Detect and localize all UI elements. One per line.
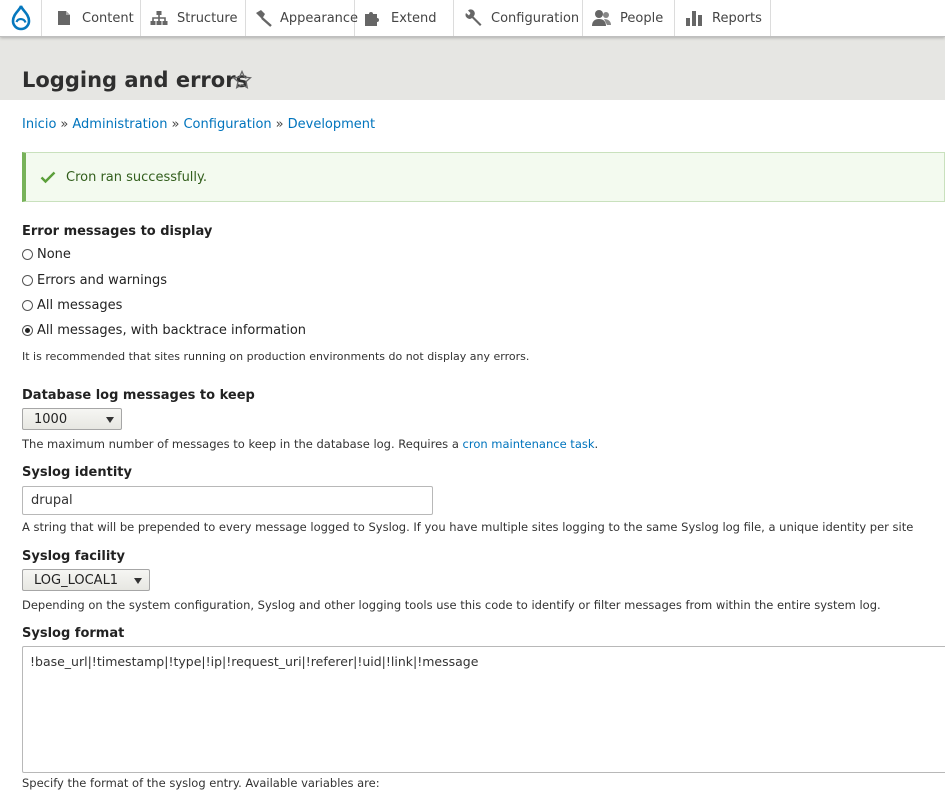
breadcrumb-separator: » xyxy=(60,117,69,132)
toolbar-appearance-label: Appearance xyxy=(280,10,359,26)
toolbar-content-label: Content xyxy=(82,10,134,26)
breadcrumb-separator: » xyxy=(171,117,180,132)
dblog-description-end: . xyxy=(594,437,599,451)
puzzle-icon xyxy=(363,8,383,28)
paintbrush-icon xyxy=(254,8,272,28)
syslog-identity-description: A string that will be prepended to every… xyxy=(22,520,914,534)
radio-none[interactable]: None xyxy=(22,247,71,262)
breadcrumb-inicio[interactable]: Inicio xyxy=(22,117,56,132)
file-icon xyxy=(54,8,74,28)
breadcrumb-development[interactable]: Development xyxy=(288,117,376,132)
breadcrumb-administration[interactable]: Administration xyxy=(72,117,167,132)
breadcrumb-separator: » xyxy=(275,117,284,132)
toolbar-reports-label: Reports xyxy=(712,10,762,26)
radio-button-checked[interactable] xyxy=(22,325,33,336)
chevron-down-icon xyxy=(134,578,142,584)
toolbar-structure[interactable]: Structure xyxy=(141,0,246,36)
error-display-description: It is recommended that sites running on … xyxy=(22,350,530,363)
chevron-down-icon xyxy=(106,417,114,423)
drupal-logo-icon[interactable] xyxy=(0,0,42,36)
status-message-text: Cron ran successfully. xyxy=(66,169,208,185)
bar-chart-icon xyxy=(684,8,704,28)
syslog-identity-input[interactable]: drupal xyxy=(22,486,433,515)
dblog-row-limit-select[interactable]: 1000 xyxy=(22,408,122,430)
sitemap-icon xyxy=(149,8,169,28)
status-message: Cron ran successfully. xyxy=(22,152,945,202)
cron-maintenance-link[interactable]: cron maintenance task xyxy=(463,437,595,451)
toolbar-people[interactable]: People xyxy=(583,0,675,36)
syslog-identity-label: Syslog identity xyxy=(22,465,132,480)
radio-all-messages[interactable]: All messages xyxy=(22,298,122,313)
wrench-icon xyxy=(463,8,483,28)
toolbar-extend-label: Extend xyxy=(391,10,437,26)
page-title: Logging and errors xyxy=(22,68,249,92)
star-icon[interactable] xyxy=(232,70,252,90)
radio-label: Errors and warnings xyxy=(37,273,168,288)
breadcrumb: Inicio» Administration» Configuration» Deve… xyxy=(22,117,375,132)
toolbar-configuration-label: Configuration xyxy=(491,10,580,26)
radio-label: None xyxy=(37,247,71,262)
toolbar-appearance[interactable]: Appearance xyxy=(246,0,359,36)
syslog-format-value: !base_url|!timestamp|!type|!ip|!request_… xyxy=(30,654,479,669)
radio-button[interactable] xyxy=(22,249,33,260)
error-display-label: Error messages to display xyxy=(22,224,213,239)
dblog-description-text: The maximum number of messages to keep i… xyxy=(22,437,463,451)
radio-button[interactable] xyxy=(22,275,33,286)
toolbar-structure-label: Structure xyxy=(177,10,238,26)
toolbar-people-label: People xyxy=(620,10,664,26)
toolbar-extend[interactable]: Extend xyxy=(355,0,454,36)
radio-errors-warnings[interactable]: Errors and warnings xyxy=(22,273,167,288)
dblog-label: Database log messages to keep xyxy=(22,388,255,403)
select-value: 1000 xyxy=(34,411,68,427)
syslog-facility-description: Depending on the system configuration, S… xyxy=(22,598,881,612)
syslog-identity-value: drupal xyxy=(31,493,73,508)
breadcrumb-configuration[interactable]: Configuration xyxy=(183,117,271,132)
radio-button[interactable] xyxy=(22,300,33,311)
people-icon xyxy=(592,8,612,28)
syslog-format-description: Specify the format of the syslog entry. … xyxy=(22,776,380,790)
radio-label: All messages xyxy=(37,298,123,313)
syslog-format-textarea[interactable]: !base_url|!timestamp|!type|!ip|!request_… xyxy=(22,646,945,773)
toolbar-configuration[interactable]: Configuration xyxy=(454,0,583,36)
toolbar-reports[interactable]: Reports xyxy=(675,0,771,36)
radio-label: All messages, with backtrace information xyxy=(37,323,307,338)
admin-toolbar: Content Structure Appearance Extend Conf… xyxy=(0,0,945,37)
syslog-facility-label: Syslog facility xyxy=(22,549,125,564)
dblog-description: The maximum number of messages to keep i… xyxy=(22,437,598,451)
check-icon xyxy=(40,171,56,184)
syslog-facility-select[interactable]: LOG_LOCAL1 xyxy=(22,569,150,591)
toolbar-content[interactable]: Content xyxy=(42,0,141,36)
select-value: LOG_LOCAL1 xyxy=(34,572,119,588)
radio-all-messages-backtrace[interactable]: All messages, with backtrace information xyxy=(22,323,306,338)
syslog-format-label: Syslog format xyxy=(22,626,125,641)
